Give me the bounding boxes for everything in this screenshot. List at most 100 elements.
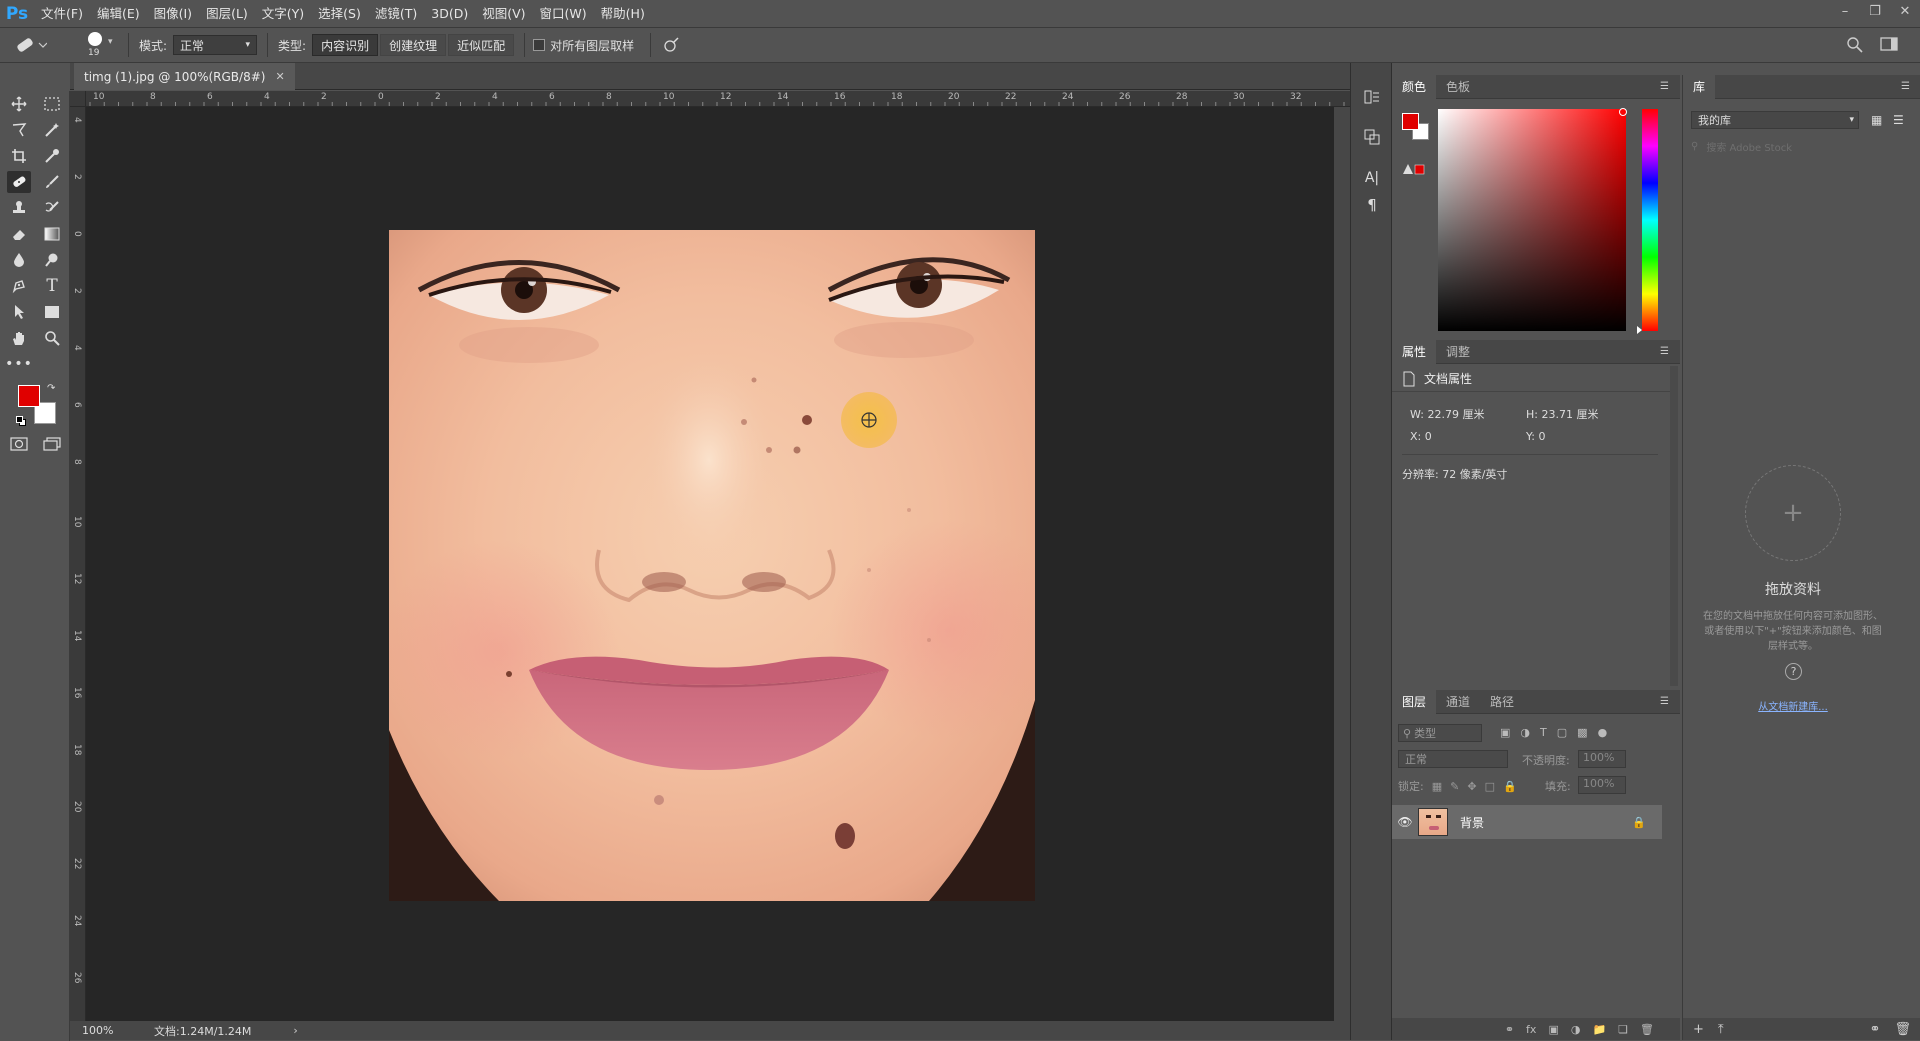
move-tool-icon[interactable] — [7, 93, 31, 115]
zoom-tool-icon[interactable] — [40, 327, 64, 349]
height-value[interactable]: 23.71 厘米 — [1541, 408, 1598, 421]
spot-healing-brush-tool-icon[interactable] — [7, 171, 31, 193]
fg-color-chip[interactable] — [1402, 113, 1419, 130]
character-panel-icon[interactable]: A| — [1360, 166, 1384, 190]
sync-icon[interactable]: ⚭ — [1870, 1022, 1881, 1037]
status-arrow-icon[interactable]: › — [293, 1024, 297, 1037]
tab-properties[interactable]: 属性 — [1392, 339, 1437, 364]
y-value[interactable]: 0 — [1538, 430, 1545, 443]
tab-channels[interactable]: 通道 — [1436, 690, 1480, 714]
menu-layer[interactable]: 图层(L) — [199, 0, 255, 27]
pen-tool-icon[interactable] — [7, 275, 31, 297]
grid-view-icon[interactable]: ▦ — [1871, 113, 1882, 127]
properties-panel-icon[interactable] — [1360, 125, 1384, 149]
filter-adjustment-icon[interactable]: ◑ — [1520, 726, 1530, 739]
search-icon[interactable] — [1846, 36, 1864, 54]
document-tab[interactable]: timg (1).jpg @ 100%(RGB/8#) ✕ — [74, 63, 295, 90]
magic-wand-tool-icon[interactable] — [40, 119, 64, 141]
new-layer-icon[interactable]: ❏ — [1618, 1023, 1628, 1036]
swap-colors-icon[interactable]: ↷ — [47, 383, 55, 394]
history-panel-icon[interactable] — [1360, 85, 1384, 109]
properties-scrollbar[interactable] — [1670, 366, 1678, 686]
menu-view[interactable]: 视图(V) — [475, 0, 532, 27]
opacity-input[interactable]: 100% — [1578, 750, 1626, 768]
fill-input[interactable]: 100% — [1578, 776, 1626, 794]
hue-slider[interactable] — [1642, 109, 1658, 331]
minimize-button[interactable]: – — [1830, 0, 1860, 22]
mode-select[interactable]: 正常 ▾ — [173, 35, 258, 55]
hue-slider-handle[interactable] — [1637, 326, 1642, 334]
panel-menu-icon[interactable]: ☰ — [1901, 81, 1913, 92]
menu-edit[interactable]: 编辑(E) — [90, 0, 147, 27]
add-content-button[interactable]: + — [1745, 465, 1841, 561]
tab-paths[interactable]: 路径 — [1480, 690, 1524, 714]
zoom-level[interactable]: 100% — [82, 1024, 142, 1037]
delete-asset-icon[interactable]: 🗑 — [1894, 1022, 1911, 1037]
menu-file[interactable]: 文件(F) — [34, 0, 90, 27]
close-tab-icon[interactable]: ✕ — [275, 70, 284, 83]
restore-button[interactable]: ❐ — [1860, 0, 1890, 22]
lock-position-icon[interactable]: ✥ — [1467, 780, 1476, 793]
visibility-eye-icon[interactable]: 👁 — [1392, 815, 1418, 829]
layer-filter-select[interactable]: ⚲ 类型 — [1398, 724, 1482, 742]
panel-menu-icon[interactable]: ☰ — [1660, 696, 1672, 707]
panel-menu-icon[interactable]: ☰ — [1660, 81, 1672, 92]
menu-3d[interactable]: 3D(D) — [424, 0, 475, 27]
new-group-icon[interactable]: 📁 — [1592, 1023, 1606, 1036]
vertical-scrollbar[interactable] — [1334, 107, 1350, 1021]
default-colors-icon[interactable] — [16, 416, 26, 426]
create-texture-button[interactable]: 创建纹理 — [380, 34, 447, 56]
upload-icon[interactable]: ⤒ — [1718, 1022, 1724, 1037]
create-from-document-link[interactable]: 从文档新建库... — [1683, 698, 1903, 713]
width-value[interactable]: 22.79 厘米 — [1427, 408, 1484, 421]
layer-name[interactable]: 背景 — [1460, 814, 1484, 831]
marquee-tool-icon[interactable] — [40, 93, 64, 115]
saturation-brightness-field[interactable] — [1438, 109, 1626, 331]
brush-size-picker[interactable]: 19 ▾ — [78, 29, 118, 61]
menu-help[interactable]: 帮助(H) — [594, 0, 652, 27]
dodge-tool-icon[interactable] — [40, 249, 64, 271]
tab-libraries[interactable]: 库 — [1683, 74, 1716, 99]
menu-select[interactable]: 选择(S) — [311, 0, 368, 27]
crop-tool-icon[interactable] — [7, 145, 31, 167]
tab-layers[interactable]: 图层 — [1392, 689, 1437, 714]
close-window-button[interactable]: ✕ — [1890, 0, 1920, 22]
menu-type[interactable]: 文字(Y) — [255, 0, 311, 27]
filter-type-icon[interactable]: T — [1540, 726, 1547, 739]
content-aware-button[interactable]: 内容识别 — [312, 34, 379, 56]
link-layers-icon[interactable]: ⚭ — [1505, 1023, 1514, 1036]
add-asset-icon[interactable]: + — [1693, 1022, 1704, 1037]
type-tool-icon[interactable]: T — [40, 275, 64, 297]
pressure-size-icon[interactable] — [661, 35, 681, 55]
menu-filter[interactable]: 滤镜(T) — [368, 0, 424, 27]
layer-style-icon[interactable]: fx — [1526, 1023, 1536, 1036]
foreground-color-swatch[interactable] — [18, 385, 40, 407]
filter-toggle-icon[interactable]: ● — [1598, 726, 1608, 739]
sample-all-layers-checkbox[interactable] — [533, 39, 546, 51]
menu-image[interactable]: 图像(I) — [147, 0, 199, 27]
lock-pixels-icon[interactable]: ▦ — [1432, 780, 1442, 793]
tab-color[interactable]: 颜色 — [1392, 74, 1437, 99]
blur-tool-icon[interactable] — [7, 249, 31, 271]
workspace-icon[interactable] — [1880, 36, 1898, 54]
layer-lock-icon[interactable]: 🔒 — [1632, 816, 1646, 829]
document-image[interactable] — [389, 230, 1035, 901]
gamut-warning-icon[interactable] — [1402, 163, 1426, 175]
quick-mask-icon[interactable] — [7, 433, 31, 455]
lock-all-icon[interactable]: 🔒 — [1503, 780, 1517, 793]
lock-artboard-icon[interactable]: □ — [1485, 780, 1495, 793]
stock-search-input[interactable]: ⚲ 搜索 Adobe Stock — [1691, 137, 1913, 155]
blend-mode-select[interactable]: 正常 — [1398, 750, 1508, 768]
library-select[interactable]: 我的库 ▾ — [1691, 111, 1859, 129]
ruler-origin[interactable] — [70, 91, 86, 107]
history-brush-tool-icon[interactable] — [40, 197, 64, 219]
proximity-match-button[interactable]: 近似匹配 — [448, 34, 515, 56]
panel-menu-icon[interactable]: ☰ — [1660, 346, 1672, 357]
list-view-icon[interactable]: ☰ — [1893, 113, 1904, 127]
layer-row[interactable]: 👁 背景 🔒 — [1392, 805, 1662, 839]
clone-stamp-tool-icon[interactable] — [7, 197, 31, 219]
hand-tool-icon[interactable] — [7, 327, 31, 349]
delete-layer-icon[interactable]: 🗑 — [1640, 1023, 1654, 1036]
help-icon[interactable]: ? — [1785, 663, 1802, 680]
color-picker-marker[interactable] — [1619, 108, 1627, 116]
